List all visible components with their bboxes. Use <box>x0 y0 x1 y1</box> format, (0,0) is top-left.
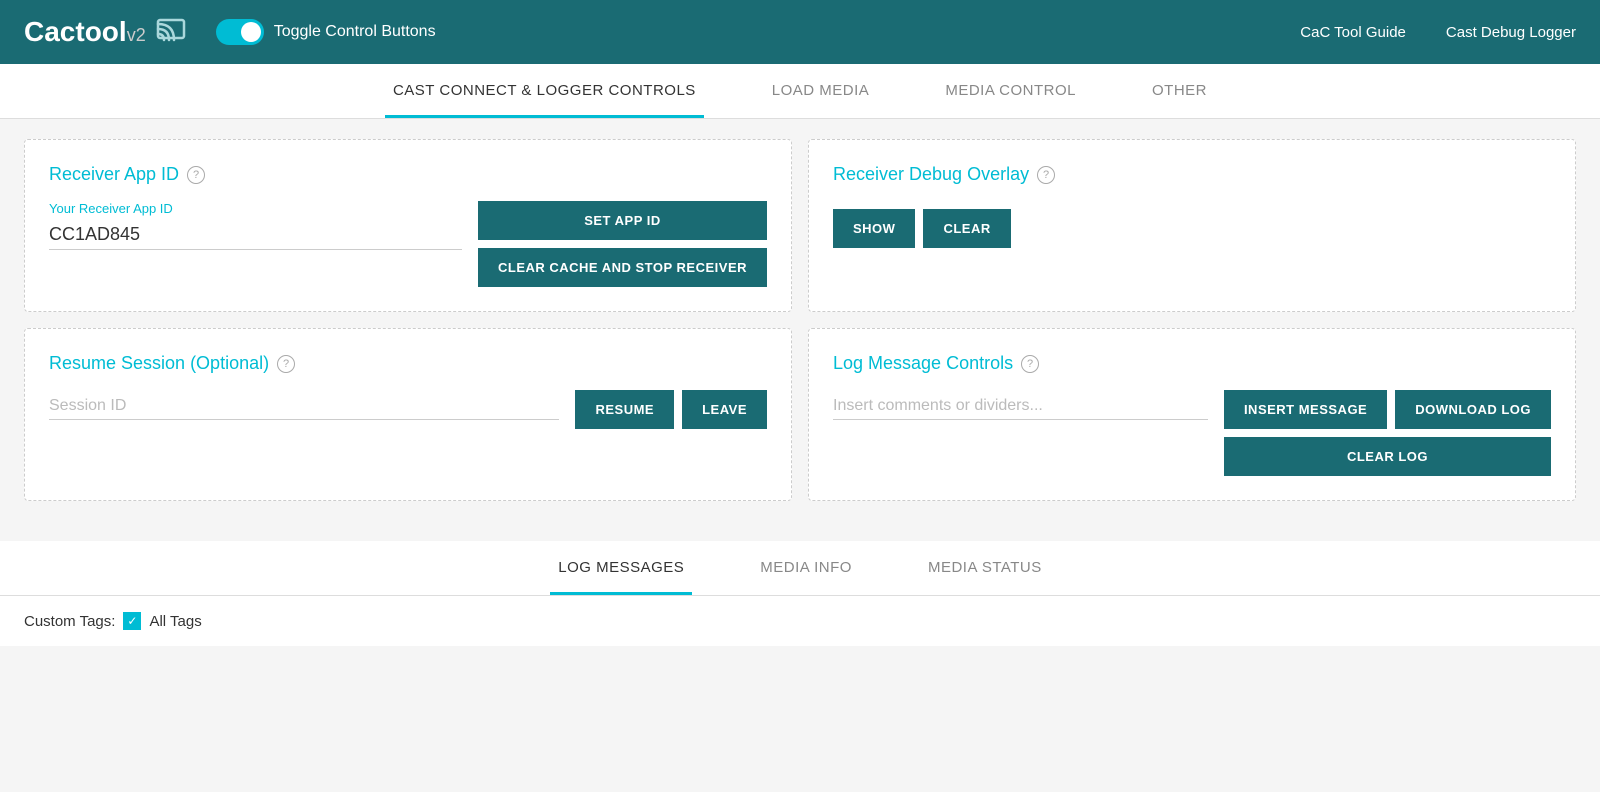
receiver-debug-card: Receiver Debug Overlay ? SHOW CLEAR <box>808 139 1576 312</box>
insert-message-button[interactable]: INSERT MESSAGE <box>1224 390 1387 429</box>
receiver-app-id-input-label: Your Receiver App ID <box>49 201 462 216</box>
receiver-app-id-input-group: Your Receiver App ID <box>49 201 462 250</box>
receiver-app-id-title: Receiver App ID ? <box>49 164 767 185</box>
resume-button[interactable]: RESUME <box>575 390 674 429</box>
cast-icon <box>156 12 192 53</box>
log-input-group <box>833 390 1208 420</box>
receiver-debug-title: Receiver Debug Overlay ? <box>833 164 1551 185</box>
bottom-tab-bar: LOG MESSAGES MEDIA INFO MEDIA STATUS <box>0 541 1600 596</box>
session-id-input-group <box>49 390 559 420</box>
bottom-tab-log-messages[interactable]: LOG MESSAGES <box>550 541 692 595</box>
tab-media-control[interactable]: MEDIA CONTROL <box>937 64 1084 118</box>
all-tags-label: All Tags <box>149 613 201 630</box>
custom-tags-row: Custom Tags: All Tags <box>24 612 1576 630</box>
log-buttons: INSERT MESSAGE DOWNLOAD LOG CLEAR LOG <box>1224 390 1551 476</box>
tab-cast-connect[interactable]: CAST CONNECT & LOGGER CONTROLS <box>385 64 704 118</box>
download-log-button[interactable]: DOWNLOAD LOG <box>1395 390 1551 429</box>
nav-logger[interactable]: Cast Debug Logger <box>1446 24 1576 41</box>
logo-area: Cactoolv2 <box>24 12 192 53</box>
log-message-controls-card: Log Message Controls ? INSERT MESSAGE DO… <box>808 328 1576 501</box>
resume-session-buttons: RESUME LEAVE <box>575 390 767 429</box>
leave-button[interactable]: LEAVE <box>682 390 767 429</box>
set-app-id-button[interactable]: SET APP ID <box>478 201 767 240</box>
clear-log-button[interactable]: CLEAR LOG <box>1224 437 1551 476</box>
log-message-controls-title: Log Message Controls ? <box>833 353 1551 374</box>
all-tags-checkbox[interactable] <box>123 612 141 630</box>
tab-other[interactable]: OTHER <box>1144 64 1215 118</box>
resume-session-title: Resume Session (Optional) ? <box>49 353 767 374</box>
receiver-app-id-help-icon[interactable]: ? <box>187 166 205 184</box>
receiver-app-id-body: Your Receiver App ID SET APP ID CLEAR CA… <box>49 201 767 287</box>
receiver-app-id-buttons: SET APP ID CLEAR CACHE AND STOP RECEIVER <box>478 201 767 287</box>
header: Cactoolv2 Toggle Control Buttons CaC Too… <box>0 0 1600 64</box>
resume-session-body: RESUME LEAVE <box>49 390 767 429</box>
receiver-app-id-input[interactable] <box>49 220 462 250</box>
bottom-content: Custom Tags: All Tags <box>0 596 1600 646</box>
log-buttons-row1: INSERT MESSAGE DOWNLOAD LOG <box>1224 390 1551 429</box>
receiver-debug-help-icon[interactable]: ? <box>1037 166 1055 184</box>
receiver-app-id-card: Receiver App ID ? Your Receiver App ID S… <box>24 139 792 312</box>
resume-session-help-icon[interactable]: ? <box>277 355 295 373</box>
session-id-input[interactable] <box>49 390 559 420</box>
nav-guide[interactable]: CaC Tool Guide <box>1300 24 1406 41</box>
show-debug-button[interactable]: SHOW <box>833 209 915 248</box>
resume-session-card: Resume Session (Optional) ? RESUME LEAVE <box>24 328 792 501</box>
bottom-section: LOG MESSAGES MEDIA INFO MEDIA STATUS Cus… <box>0 541 1600 646</box>
log-message-controls-help-icon[interactable]: ? <box>1021 355 1039 373</box>
bottom-tab-media-status[interactable]: MEDIA STATUS <box>920 541 1050 595</box>
toggle-section: Toggle Control Buttons <box>216 19 436 45</box>
tab-load-media[interactable]: LOAD MEDIA <box>764 64 878 118</box>
receiver-debug-body: SHOW CLEAR <box>833 201 1551 248</box>
toggle-label: Toggle Control Buttons <box>274 23 436 41</box>
bottom-tab-media-info[interactable]: MEDIA INFO <box>752 541 860 595</box>
top-tab-bar: CAST CONNECT & LOGGER CONTROLS LOAD MEDI… <box>0 64 1600 119</box>
logo-text: Cactoolv2 <box>24 16 146 48</box>
main-content: Receiver App ID ? Your Receiver App ID S… <box>0 119 1600 537</box>
log-message-input[interactable] <box>833 390 1208 420</box>
log-message-body: INSERT MESSAGE DOWNLOAD LOG CLEAR LOG <box>833 390 1551 476</box>
clear-debug-button[interactable]: CLEAR <box>923 209 1010 248</box>
cards-grid: Receiver App ID ? Your Receiver App ID S… <box>24 139 1576 501</box>
header-nav: CaC Tool Guide Cast Debug Logger <box>1300 24 1576 41</box>
custom-tags-label: Custom Tags: <box>24 613 115 630</box>
toggle-switch[interactable] <box>216 19 264 45</box>
clear-cache-button[interactable]: CLEAR CACHE AND STOP RECEIVER <box>478 248 767 287</box>
